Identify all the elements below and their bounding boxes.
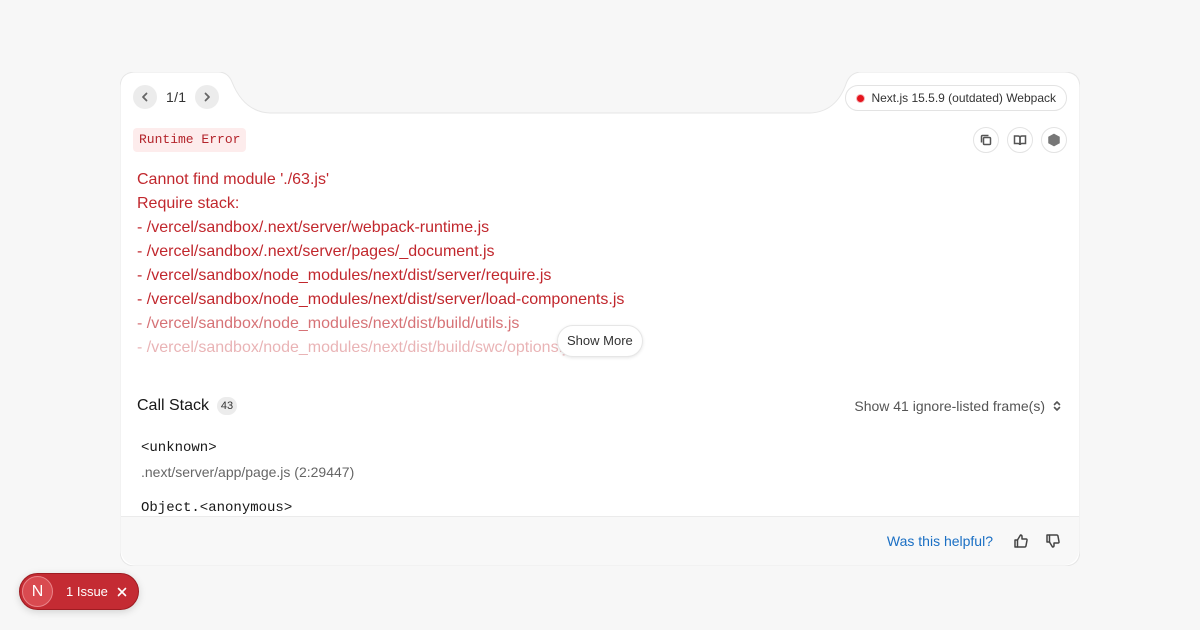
error-message-line: Require stack:	[137, 195, 240, 212]
docs-button[interactable]	[1007, 127, 1033, 153]
chevron-up-down-icon	[1053, 401, 1061, 411]
feedback-prompt: Was this helpful?	[886, 533, 993, 549]
version-badge[interactable]: Next.js 15.5.9 (outdated) Webpack	[845, 85, 1067, 111]
next-error-button[interactable]	[195, 85, 220, 109]
frame-file-location[interactable]: .next/server/app/page.js (2:29447)	[141, 460, 1041, 484]
call-stack-title: Call Stack	[137, 397, 210, 414]
thumbs-up-icon	[1014, 534, 1028, 548]
error-message-line: Cannot find module './63.js'	[137, 171, 329, 188]
error-message-line: - /vercel/sandbox/node_modules/next/dist…	[137, 267, 552, 284]
error-message-line: - /vercel/sandbox/node_modules/next/dist…	[137, 315, 520, 332]
thumbs-down-button[interactable]	[1043, 531, 1063, 551]
error-toolbar	[973, 127, 1067, 153]
chevron-right-icon	[204, 92, 211, 102]
show-ignored-frames-button[interactable]: Show 41 ignore-listed frame(s)	[854, 398, 1063, 414]
close-icon	[117, 587, 127, 596]
show-more-button[interactable]: Show More	[557, 325, 643, 357]
thumbs-up-button[interactable]	[1011, 531, 1031, 551]
issue-count-button[interactable]: 1 Issue	[66, 584, 108, 599]
copy-icon	[980, 134, 992, 146]
error-message-line: - /vercel/sandbox/node_modules/next/dist…	[137, 291, 625, 308]
chevron-left-icon	[142, 92, 148, 102]
stack-frame[interactable]: Object.<anonymous>	[141, 496, 1041, 516]
outdated-status-dot	[856, 93, 866, 103]
call-stack-header: Call Stack 43 Show 41 ignore-listed fram…	[137, 394, 1063, 418]
error-message-line: - /vercel/sandbox/.next/server/pages/_do…	[137, 243, 495, 260]
frame-function: <unknown>	[141, 440, 217, 456]
call-stack-frames: <unknown> .next/server/app/page.js (2:29…	[141, 436, 1041, 516]
version-label: Next.js 15.5.9 (outdated) Webpack	[871, 91, 1056, 105]
prev-error-button[interactable]	[133, 85, 157, 109]
issues-indicator: N 1 Issue	[19, 573, 139, 610]
error-message: Cannot find module './63.js' Require sta…	[137, 168, 837, 360]
error-pager: 1/1	[133, 85, 220, 109]
error-message-line: - /vercel/sandbox/.next/server/webpack-r…	[137, 219, 490, 236]
thumbs-down-icon	[1046, 534, 1060, 548]
nodejs-inspector-button[interactable]	[1041, 127, 1067, 153]
nextjs-logo-button[interactable]: N	[22, 576, 53, 607]
error-dialog: 1/1 Next.js 15.5.9 (outdated) Webpack Ru…	[120, 72, 1080, 566]
dismiss-issues-button[interactable]	[116, 586, 128, 598]
show-ignored-frames-label: Show 41 ignore-listed frame(s)	[854, 398, 1045, 414]
error-type-badge: Runtime Error	[133, 128, 247, 152]
copy-button[interactable]	[973, 127, 999, 153]
error-message-line: - /vercel/sandbox/node_modules/next/dist…	[137, 339, 575, 356]
frame-count-badge: 43	[217, 397, 238, 415]
pager-count: 1/1	[166, 89, 187, 105]
frame-function: Object.<anonymous>	[141, 500, 293, 516]
book-open-icon	[1013, 135, 1027, 146]
dialog-footer: Was this helpful?	[121, 516, 1079, 565]
stack-frame[interactable]: <unknown> .next/server/app/page.js (2:29…	[141, 436, 1041, 484]
hexagon-icon	[1048, 133, 1060, 147]
